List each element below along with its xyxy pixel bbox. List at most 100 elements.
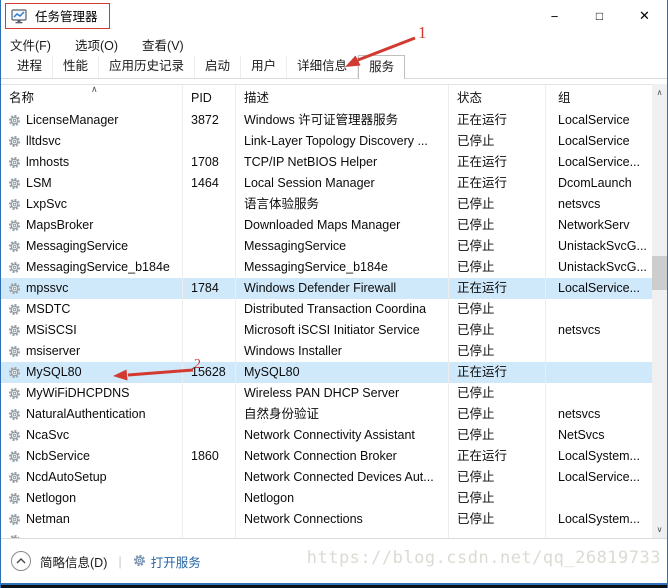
table-row[interactable]: lmhosts 1708 TCP/IP NetBIOS Helper 正在运行 …: [1, 152, 654, 173]
service-description: Local Session Manager: [236, 173, 449, 194]
service-name: MSDTC: [26, 302, 71, 316]
service-group: LocalService...: [558, 281, 640, 295]
table-row[interactable]: MapsBroker Downloaded Maps Manager 已停止 N…: [1, 215, 654, 236]
table-row[interactable]: MySQL80 15628 MySQL80 正在运行: [1, 362, 654, 383]
service-name: LSM: [26, 176, 52, 190]
service-name: NaturalAuthentication: [26, 407, 146, 421]
service-status: 已停止: [449, 425, 546, 446]
service-gear-icon: [8, 429, 21, 442]
table-row[interactable]: MyWiFiDHCPDNS Wireless PAN DHCP Server 已…: [1, 383, 654, 404]
table-row[interactable]: LicenseManager 3872 Windows 许可证管理器服务 正在运…: [1, 110, 654, 131]
service-status: 正在运行: [449, 362, 546, 383]
open-services-label: 打开服务: [150, 555, 201, 570]
service-description: MySQL80: [236, 362, 449, 383]
service-pid: [183, 320, 236, 341]
scrollbar-thumb[interactable]: [652, 256, 667, 290]
table-row[interactable]: MSiSCSI Microsoft iSCSI Initiator Servic…: [1, 320, 654, 341]
service-status: 已停止: [449, 404, 546, 425]
table-row[interactable]: MessagingService_b184e MessagingService_…: [1, 257, 654, 278]
service-gear-icon: [8, 114, 21, 127]
service-description: 语言体验服务: [236, 194, 449, 215]
menu-item[interactable]: 文件(F): [10, 35, 51, 54]
service-group: NetworkServ: [558, 218, 630, 232]
service-pid: [183, 257, 236, 278]
column-header-description[interactable]: 描述: [236, 85, 449, 111]
service-name: MSiSCSI: [26, 323, 77, 337]
menu-item[interactable]: 选项(O): [75, 35, 118, 54]
table-row[interactable]: lltdsvc Link-Layer Topology Discovery ..…: [1, 131, 654, 152]
service-pid: [183, 509, 236, 530]
table-row[interactable]: NcbService 1860 Network Connection Broke…: [1, 446, 654, 467]
open-services-button[interactable]: 打开服务: [133, 552, 201, 571]
service-description: MessagingService_b184e: [236, 257, 449, 278]
table-row[interactable]: Netlogon Netlogon 已停止: [1, 488, 654, 509]
fewer-details-button[interactable]: 简略信息(D): [40, 552, 107, 571]
service-description: Network Connected Devices Aut...: [236, 467, 449, 488]
minimize-button[interactable]: −: [532, 0, 577, 32]
tab[interactable]: 进程: [7, 56, 54, 78]
service-description: Network Connectivity Assistant: [236, 425, 449, 446]
tab[interactable]: 详细信息: [287, 56, 359, 78]
close-button[interactable]: ✕: [622, 0, 667, 32]
table-row[interactable]: mpssvc 1784 Windows Defender Firewall 正在…: [1, 278, 654, 299]
service-status: 已停止: [449, 236, 546, 257]
tab[interactable]: 性能: [53, 56, 100, 78]
service-pid: [183, 131, 236, 152]
service-group: UnistackSvcG...: [558, 260, 647, 274]
service-description: Distributed Transaction Coordina: [236, 299, 449, 320]
table-row[interactable]: [1, 530, 654, 538]
service-gear-icon: [8, 240, 21, 253]
fewer-details-icon[interactable]: [11, 551, 31, 571]
service-status: 正在运行: [449, 173, 546, 194]
service-gear-icon: [8, 282, 21, 295]
service-pid: 1708: [183, 152, 236, 173]
vertical-scrollbar[interactable]: ∧ ∨: [652, 84, 667, 538]
menu-item[interactable]: 查看(V): [142, 35, 184, 54]
tab[interactable]: 用户: [241, 56, 288, 78]
tab[interactable]: 应用历史记录: [99, 56, 196, 78]
service-status: 已停止: [449, 131, 546, 152]
service-gear-icon: [8, 219, 21, 232]
service-status: 正在运行: [449, 110, 546, 131]
service-gear-icon: [8, 156, 21, 169]
service-name: LxpSvc: [26, 197, 67, 211]
column-header-pid[interactable]: PID: [183, 85, 236, 111]
scroll-down-icon[interactable]: ∨: [652, 521, 667, 538]
service-gear-icon: [8, 450, 21, 463]
table-row[interactable]: MessagingService MessagingService 已停止 Un…: [1, 236, 654, 257]
maximize-button[interactable]: □: [577, 0, 622, 32]
service-status: 已停止: [449, 299, 546, 320]
service-name: MapsBroker: [26, 218, 94, 232]
service-description: Windows Defender Firewall: [236, 278, 449, 299]
table-row[interactable]: msiserver Windows Installer 已停止: [1, 341, 654, 362]
service-pid: [183, 215, 236, 236]
table-row[interactable]: NaturalAuthentication 自然身份验证 已停止 netsvcs: [1, 404, 654, 425]
service-group: UnistackSvcG...: [558, 239, 647, 253]
table-row[interactable]: NcaSvc Network Connectivity Assistant 已停…: [1, 425, 654, 446]
table-row[interactable]: Netman Network Connections 已停止 LocalSyst…: [1, 509, 654, 530]
service-description: Wireless PAN DHCP Server: [236, 383, 449, 404]
scroll-up-icon[interactable]: ∧: [652, 84, 667, 101]
column-header-group[interactable]: 组: [546, 85, 654, 111]
tab[interactable]: 启动: [195, 56, 242, 78]
service-name: NcbService: [26, 449, 90, 463]
service-name: Netlogon: [26, 491, 77, 505]
service-description: Network Connections: [236, 509, 449, 530]
service-gear-icon: [8, 513, 21, 526]
table-row[interactable]: MSDTC Distributed Transaction Coordina 已…: [1, 299, 654, 320]
column-header-status[interactable]: 状态: [449, 85, 546, 111]
table-row[interactable]: NcdAutoSetup Network Connected Devices A…: [1, 467, 654, 488]
service-gear-icon: [8, 261, 21, 274]
table-row[interactable]: LSM 1464 Local Session Manager 正在运行 Dcom…: [1, 173, 654, 194]
tab[interactable]: 服务: [358, 55, 406, 79]
service-pid: [183, 530, 236, 538]
service-group: LocalSystem...: [558, 449, 640, 463]
service-status: 已停止: [449, 257, 546, 278]
service-status: 已停止: [449, 383, 546, 404]
service-gear-icon: [8, 324, 21, 337]
sort-ascending-icon[interactable]: ∧: [91, 84, 98, 94]
table-row[interactable]: LxpSvc 语言体验服务 已停止 netsvcs: [1, 194, 654, 215]
service-name: lltdsvc: [26, 134, 61, 148]
service-group: LocalSystem...: [558, 512, 640, 526]
service-group: LocalService...: [558, 155, 640, 169]
